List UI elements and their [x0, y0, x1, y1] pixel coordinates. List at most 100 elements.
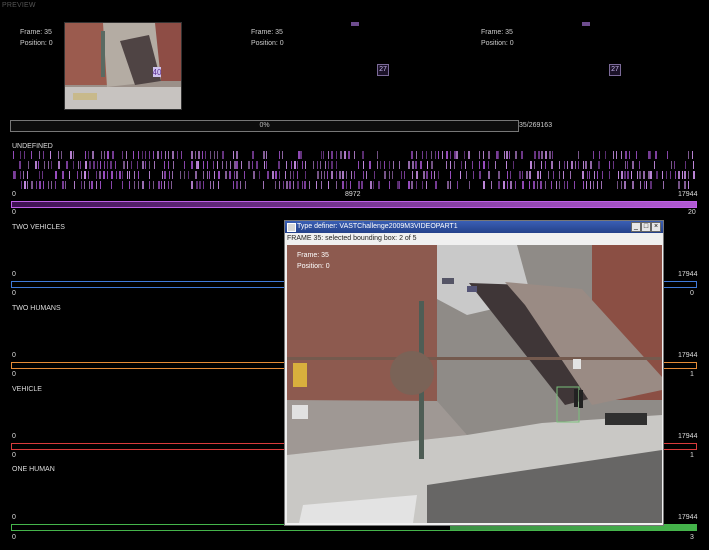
activity-tick	[55, 171, 57, 179]
activity-tick	[13, 151, 14, 159]
activity-tick	[688, 171, 689, 179]
category-label-two-humans: TWO HUMANS	[12, 305, 61, 312]
progress-bar: 0%	[10, 120, 519, 132]
preview-thumbnail-image: 40	[65, 23, 181, 109]
activity-tick	[585, 161, 587, 169]
activity-tick	[646, 181, 647, 189]
activity-tick	[122, 151, 123, 159]
activity-tick	[184, 161, 185, 169]
activity-tick	[27, 181, 28, 189]
activity-tick	[336, 151, 337, 159]
activity-tick	[688, 151, 689, 159]
type-definer-dialog[interactable]: Type definer: VASTChallenge2009M3VIDEOPA…	[284, 220, 664, 526]
activity-tick	[541, 161, 542, 169]
activity-tick	[632, 161, 634, 169]
activity-tick	[81, 171, 82, 179]
activity-tick	[199, 181, 201, 189]
activity-tick	[217, 161, 218, 169]
activity-tick	[15, 171, 16, 179]
activity-tick	[540, 181, 542, 189]
activity-tick	[122, 171, 123, 179]
activity-tick	[420, 161, 422, 169]
preview-thumbnail[interactable]: 40	[64, 22, 182, 110]
activity-tick	[145, 161, 146, 169]
maximize-button[interactable]: □	[641, 222, 651, 232]
close-button[interactable]: ×	[651, 222, 661, 232]
activity-tick	[65, 181, 66, 189]
activity-tick	[203, 171, 204, 179]
activity-tick	[339, 171, 341, 179]
activity-tick	[111, 171, 113, 179]
activity-tick	[55, 181, 56, 189]
activity-tick	[488, 161, 489, 169]
minimize-button[interactable]: _	[631, 222, 641, 232]
undefined-range-bar[interactable]	[11, 201, 697, 208]
activity-tick	[457, 181, 458, 189]
activity-tick	[138, 151, 139, 159]
activity-tick	[468, 151, 470, 159]
activity-tick	[393, 161, 394, 169]
activity-tick	[331, 161, 333, 169]
activity-tick	[259, 171, 260, 179]
activity-tick	[191, 161, 193, 169]
activity-tick	[473, 171, 474, 179]
activity-tick	[336, 171, 337, 179]
activity-tick	[483, 161, 485, 169]
activity-tick	[545, 151, 547, 159]
activity-tick	[96, 181, 97, 189]
activity-tick	[39, 151, 40, 159]
axis-min: 0	[12, 433, 16, 440]
activity-tick	[404, 171, 405, 179]
activity-tick	[370, 181, 372, 189]
activity-tick	[107, 161, 108, 169]
activity-tick	[31, 181, 33, 189]
activity-tick	[655, 151, 657, 159]
activity-tick	[450, 181, 451, 189]
activity-tick	[564, 181, 565, 189]
activity-tick	[534, 161, 535, 169]
activity-tick	[290, 171, 291, 179]
activity-tick	[625, 151, 627, 159]
activity-tick	[13, 171, 15, 179]
frame-count: 35/269163	[519, 122, 553, 129]
activity-tick	[348, 151, 350, 159]
activity-tick	[127, 171, 128, 179]
activity-tick	[663, 181, 664, 189]
preview-title: PREVIEW	[2, 2, 36, 9]
activity-tick	[671, 161, 672, 169]
activity-tick	[172, 151, 174, 159]
activity-tick	[234, 161, 236, 169]
activity-tick	[253, 171, 255, 179]
activity-tick	[278, 161, 280, 169]
dialog-title-bar[interactable]: Type definer: VASTChallenge2009M3VIDEOPA…	[285, 221, 663, 233]
activity-tick	[593, 181, 594, 189]
activity-tick	[583, 181, 584, 189]
activity-tick	[77, 171, 78, 179]
activity-tick	[522, 181, 524, 189]
activity-tick	[551, 161, 553, 169]
activity-tick	[389, 181, 390, 189]
activity-tick	[115, 161, 116, 169]
activity-tick	[328, 181, 329, 189]
activity-tick	[323, 151, 324, 159]
activity-tick	[74, 181, 75, 189]
frame-label: Frame: 35	[20, 29, 52, 36]
axis-min: 0	[12, 352, 16, 359]
activity-tick	[73, 151, 74, 159]
activity-tick	[97, 161, 98, 169]
activity-tick	[435, 151, 436, 159]
activity-tick	[496, 151, 498, 159]
activity-tick	[472, 161, 473, 169]
video-frame[interactable]: Frame: 35 Position: 0	[287, 245, 662, 523]
activity-tick	[164, 171, 166, 179]
video-frame-image	[287, 245, 662, 523]
activity-tick	[328, 151, 329, 159]
axis-max: 17944	[678, 433, 698, 440]
activity-tick	[263, 151, 265, 159]
activity-tick	[272, 171, 274, 179]
activity-tick	[559, 171, 560, 179]
activity-tick	[504, 151, 505, 159]
activity-tick	[300, 151, 302, 159]
activity-tick	[519, 171, 521, 179]
activity-tick	[217, 151, 218, 159]
